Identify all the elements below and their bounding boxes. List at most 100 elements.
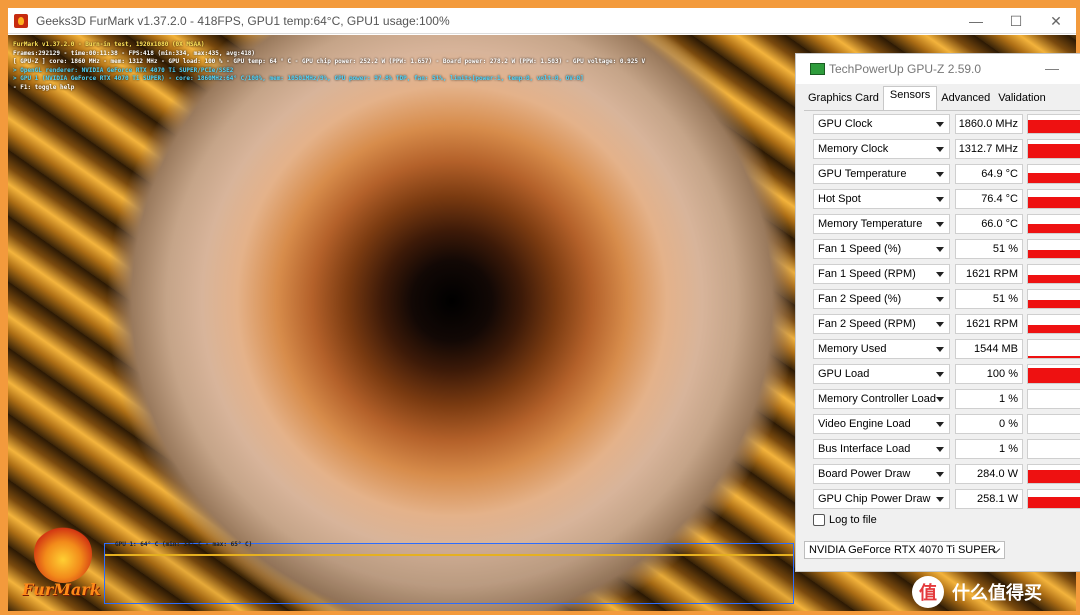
sensor-name-label: Fan 2 Speed (RPM) — [818, 318, 916, 330]
sensor-value: 1312.7 MHz — [955, 139, 1023, 159]
dropdown-arrow-icon — [936, 172, 944, 177]
sensor-graph — [1027, 164, 1080, 184]
sensor-row: GPU Load 100 % — [813, 364, 1080, 386]
sensor-graph — [1027, 364, 1080, 384]
sensor-graph — [1027, 264, 1080, 284]
gpuz-titlebar: TechPowerUp GPU-Z 2.59.0 — — [796, 54, 1080, 84]
gpuz-tab-bar: Graphics Card Sensors Advanced Validation — [804, 86, 1050, 110]
sensor-name-label: Memory Clock — [818, 143, 889, 155]
minimize-button[interactable]: — — [956, 8, 996, 34]
sensor-name-dropdown[interactable]: Memory Clock — [813, 139, 950, 159]
dropdown-arrow-icon — [936, 122, 944, 127]
dropdown-arrow-icon — [936, 272, 944, 277]
sensor-name-dropdown[interactable]: GPU Load — [813, 364, 950, 384]
hud-line: - F1: toggle help — [13, 83, 75, 91]
sensor-row: Board Power Draw 284.0 W — [813, 464, 1080, 486]
sensor-name-dropdown[interactable]: Fan 1 Speed (%) — [813, 239, 950, 259]
hud-line: > GPU 1 (NVIDIA GeForce RTX 4070 Ti SUPE… — [13, 75, 584, 82]
sensor-name-label: Video Engine Load — [818, 418, 911, 430]
sensor-row: Fan 1 Speed (%) 51 % — [813, 239, 1080, 261]
sensor-value: 100 % — [955, 364, 1023, 384]
sensor-name-dropdown[interactable]: Bus Interface Load — [813, 439, 950, 459]
close-button[interactable]: ✕ — [1036, 8, 1076, 34]
sensor-row: Memory Temperature 66.0 °C — [813, 214, 1080, 236]
sensor-value: 66.0 °C — [955, 214, 1023, 234]
sensor-row: Bus Interface Load 1 % — [813, 439, 1080, 461]
sensor-graph-fill — [1028, 299, 1080, 308]
sensor-row: Memory Used 1544 MB — [813, 339, 1080, 361]
gpuz-minimize-button[interactable]: — — [1045, 60, 1059, 76]
furmark-logo: FurMark — [22, 525, 104, 605]
sensor-name-dropdown[interactable]: Fan 1 Speed (RPM) — [813, 264, 950, 284]
sensor-row: GPU Chip Power Draw 258.1 W — [813, 489, 1080, 511]
sensors-panel: GPU Clock 1860.0 MHz Memory Clock 1312.7 MH… — [804, 110, 1080, 530]
sensor-graph-fill — [1028, 119, 1080, 133]
gpuz-window: TechPowerUp GPU-Z 2.59.0 — Graphics Card… — [795, 53, 1080, 572]
sensor-name-label: Hot Spot — [818, 193, 861, 205]
sensor-row: Hot Spot 76.4 °C — [813, 189, 1080, 211]
sensor-graph — [1027, 314, 1080, 334]
sensor-graph-fill — [1028, 367, 1080, 383]
hud-line: FurMark v1.37.2.0 - Burn-in test, 1920x1… — [13, 41, 205, 48]
sensor-graph-fill — [1028, 355, 1080, 358]
sensor-value: 51 % — [955, 289, 1023, 309]
gpu-select-dropdown[interactable]: NVIDIA GeForce RTX 4070 Ti SUPER — [804, 541, 1005, 559]
dropdown-arrow-icon — [936, 197, 944, 202]
sensor-graph-fill — [1028, 143, 1080, 158]
sensor-name-dropdown[interactable]: Memory Controller Load — [813, 389, 950, 409]
dropdown-arrow-icon — [936, 247, 944, 252]
sensor-name-label: GPU Chip Power Draw — [818, 493, 931, 505]
sensor-value: 51 % — [955, 239, 1023, 259]
sensor-name-label: Memory Controller Load — [818, 393, 936, 405]
sensor-name-dropdown[interactable]: Memory Used — [813, 339, 950, 359]
sensor-name-dropdown[interactable]: GPU Chip Power Draw — [813, 489, 950, 509]
sensor-graph-fill — [1028, 224, 1080, 233]
dropdown-arrow-icon — [936, 422, 944, 427]
dropdown-arrow-icon — [936, 297, 944, 302]
dropdown-arrow-icon — [936, 397, 944, 402]
sensor-name-dropdown[interactable]: Fan 2 Speed (%) — [813, 289, 950, 309]
sensor-graph — [1027, 239, 1080, 259]
watermark-text: 什么值得买 — [952, 583, 1042, 603]
sensor-name-dropdown[interactable]: Memory Temperature — [813, 214, 950, 234]
dropdown-arrow-icon — [936, 347, 944, 352]
log-to-file-checkbox[interactable] — [813, 514, 825, 526]
sensor-graph — [1027, 139, 1080, 159]
log-to-file-row[interactable]: Log to file — [813, 514, 877, 526]
sensor-value: 1544 MB — [955, 339, 1023, 359]
sensor-graph — [1027, 464, 1080, 484]
sensor-name-label: Fan 2 Speed (%) — [818, 293, 902, 305]
sensor-name-label: GPU Load — [818, 368, 870, 380]
tab-advanced[interactable]: Advanced — [937, 88, 994, 110]
maximize-button[interactable]: ☐ — [996, 8, 1036, 34]
watermark-badge: 值 — [912, 576, 944, 608]
sensor-graph — [1027, 289, 1080, 309]
dropdown-arrow-icon — [936, 322, 944, 327]
sensor-name-dropdown[interactable]: Hot Spot — [813, 189, 950, 209]
sensor-graph-fill — [1028, 274, 1080, 283]
furmark-window-title: Geeks3D FurMark v1.37.2.0 - 418FPS, GPU1… — [36, 13, 450, 28]
temperature-graph: GPU 1: 64° C (min: 34° C - max: 65° C) — [104, 541, 794, 604]
tab-validation[interactable]: Validation — [994, 88, 1050, 110]
sensor-value: 1621 RPM — [955, 314, 1023, 334]
sensor-row: Fan 2 Speed (RPM) 1621 RPM — [813, 314, 1080, 336]
sensor-value: 1 % — [955, 389, 1023, 409]
dropdown-arrow-icon — [936, 372, 944, 377]
sensor-name-dropdown[interactable]: Board Power Draw — [813, 464, 950, 484]
sensor-graph — [1027, 439, 1080, 459]
sensor-name-dropdown[interactable]: Fan 2 Speed (RPM) — [813, 314, 950, 334]
sensor-value: 1 % — [955, 439, 1023, 459]
sensor-graph — [1027, 214, 1080, 234]
dropdown-arrow-icon — [936, 497, 944, 502]
sensor-graph — [1027, 489, 1080, 509]
furmark-app-icon — [14, 13, 28, 28]
tab-graphics-card[interactable]: Graphics Card — [804, 88, 883, 110]
sensor-graph-fill — [1028, 470, 1080, 483]
sensor-name-dropdown[interactable]: GPU Clock — [813, 114, 950, 134]
tab-sensors[interactable]: Sensors — [882, 86, 938, 110]
flame-icon — [34, 525, 92, 583]
sensor-value: 0 % — [955, 414, 1023, 434]
sensor-name-label: Fan 1 Speed (RPM) — [818, 268, 916, 280]
sensor-name-dropdown[interactable]: Video Engine Load — [813, 414, 950, 434]
sensor-name-dropdown[interactable]: GPU Temperature — [813, 164, 950, 184]
